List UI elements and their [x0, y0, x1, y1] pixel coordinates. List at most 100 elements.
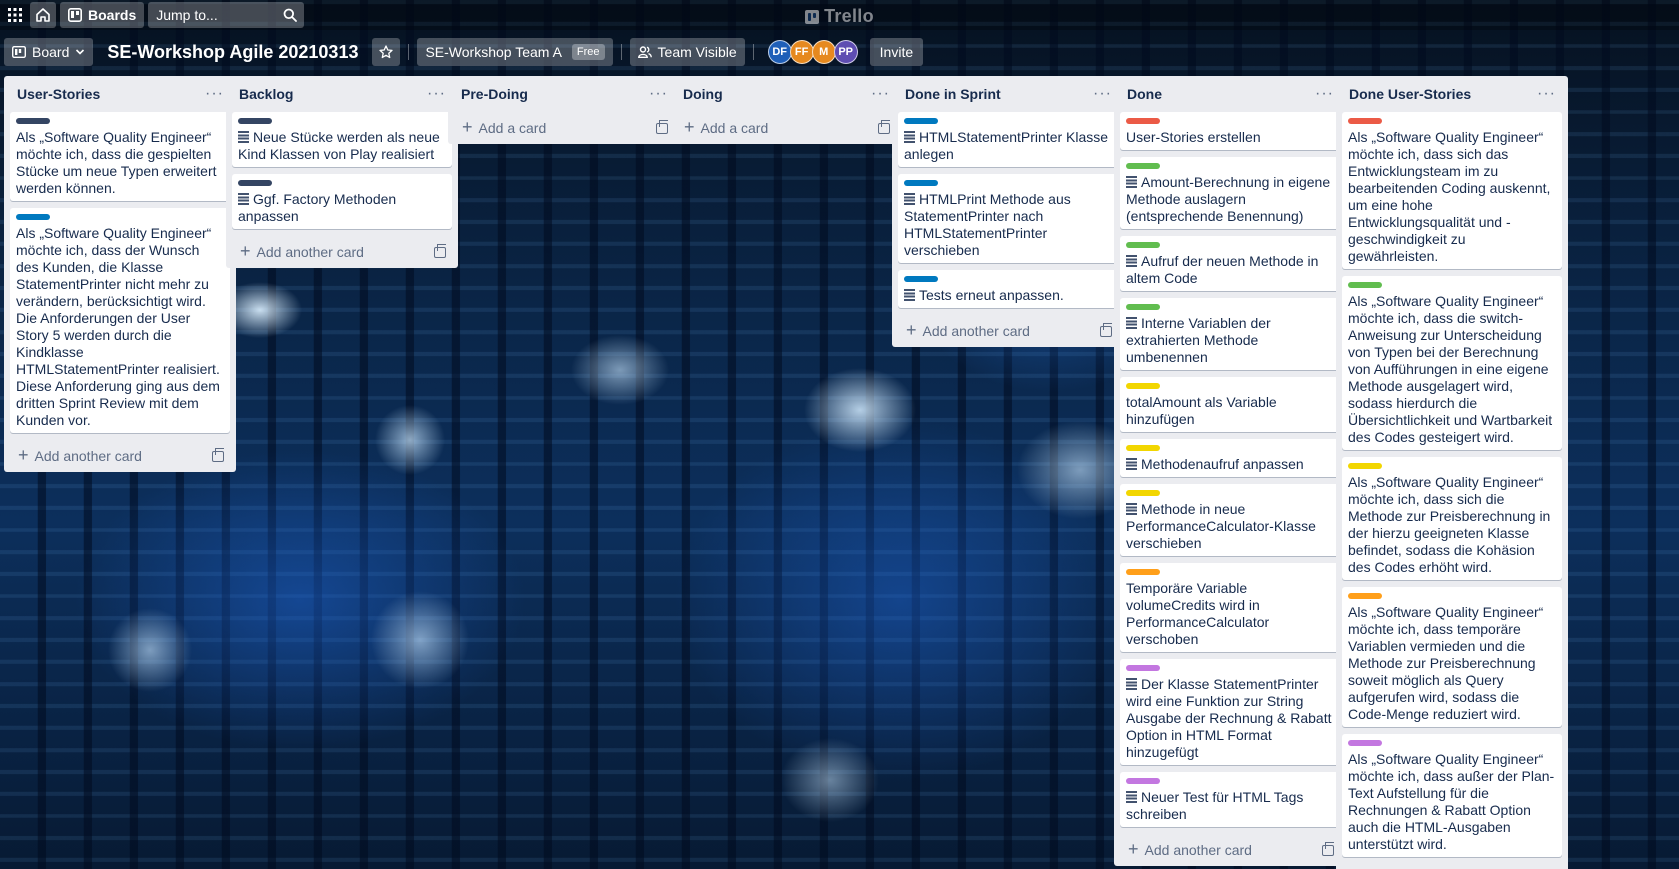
boards-button[interactable]: Boards: [60, 2, 145, 28]
card[interactable]: Ggf. Factory Methoden anpassen: [232, 174, 452, 229]
card-template-icon[interactable]: [434, 243, 446, 258]
list-done[interactable]: Done ··· User-Stories erstellen Amount-Bere…: [1114, 76, 1346, 866]
add-card-button[interactable]: +Add another card: [10, 440, 230, 472]
add-card-button[interactable]: +Add another card: [1120, 834, 1340, 866]
list-backlog[interactable]: Backlog ··· Neue Stücke werden als neue Ki…: [226, 76, 458, 268]
home-button[interactable]: [30, 2, 56, 28]
card[interactable]: HTMLPrint Methode aus StatementPrinter n…: [898, 174, 1118, 263]
card-text: Als „Software Quality Engineer“ möchte i…: [1348, 474, 1556, 576]
more-options-icon[interactable]: ···: [205, 86, 224, 102]
divider: [620, 44, 622, 60]
add-card-text: Add another card: [34, 448, 142, 464]
description-icon: [904, 289, 915, 301]
card[interactable]: Interne Variablen der extrahierten Metho…: [1120, 298, 1340, 370]
card[interactable]: Methodenaufruf anpassen: [1120, 439, 1340, 477]
list-title[interactable]: User-Stories: [17, 86, 100, 102]
card[interactable]: Methode in neue PerformanceCalculator-Kl…: [1120, 484, 1340, 556]
card[interactable]: Als „Software Quality Engineer“ möchte i…: [1342, 112, 1562, 269]
list-title[interactable]: Backlog: [239, 86, 293, 102]
card[interactable]: Aufruf der neuen Methode in altem Code: [1120, 236, 1340, 291]
jump-search-input[interactable]: Jump to...: [148, 2, 305, 28]
trello-logo[interactable]: Trello: [795, 6, 885, 27]
list-pre-doing[interactable]: Pre-Doing ··· + Add a card: [448, 76, 680, 144]
list-title[interactable]: Done in Sprint: [905, 86, 1001, 102]
more-options-icon[interactable]: ···: [1315, 86, 1334, 102]
list-title[interactable]: Doing: [683, 86, 723, 102]
list-header[interactable]: Doing ···: [676, 76, 896, 112]
board-header: Board SE-Workshop Agile 20210313 SE-Work…: [4, 38, 924, 66]
card[interactable]: Neuer Test für HTML Tags schreiben: [1120, 772, 1340, 827]
list-user-stories[interactable]: User-Stories ··· Als „Software Quality Eng…: [4, 76, 236, 472]
card-text: Methode in neue PerformanceCalculator-Kl…: [1126, 501, 1334, 552]
card-template-icon[interactable]: [878, 119, 890, 134]
add-card-label: + Add another card: [18, 446, 142, 464]
more-options-icon[interactable]: ···: [1093, 86, 1112, 102]
card-label: [1348, 740, 1382, 746]
add-card-label: + Add a card: [684, 118, 769, 136]
apps-grid-icon[interactable]: [4, 2, 26, 28]
list-doing[interactable]: Doing ··· + Add a card: [670, 76, 902, 144]
card-template-icon[interactable]: [212, 447, 224, 462]
avatar[interactable]: M: [811, 40, 836, 64]
card-template-icon[interactable]: [1322, 841, 1334, 856]
card-text: Als „Software Quality Engineer“ möchte i…: [1348, 604, 1556, 723]
more-options-icon[interactable]: ···: [1537, 86, 1556, 102]
card[interactable]: Als „Software Quality Engineer“ möchte i…: [1342, 587, 1562, 727]
description-icon: [1126, 255, 1137, 267]
card-text: User-Stories erstellen: [1126, 129, 1334, 146]
card[interactable]: Amount-Berechnung in eigene Methode ausl…: [1120, 157, 1340, 229]
invite-button[interactable]: Invite: [869, 38, 924, 66]
card-template-icon[interactable]: [1100, 322, 1112, 337]
card[interactable]: Der Klasse StatementPrinter wird eine Fu…: [1120, 659, 1340, 765]
list-header[interactable]: Backlog ···: [232, 76, 452, 112]
card[interactable]: Neue Stücke werden als neue Kind Klassen…: [232, 112, 452, 167]
star-board-button[interactable]: [372, 38, 401, 66]
avatar[interactable]: FF: [789, 40, 814, 64]
card[interactable]: Als „Software Quality Engineer“ möchte i…: [10, 208, 230, 433]
card[interactable]: Als „Software Quality Engineer“ möchte i…: [10, 112, 230, 201]
card[interactable]: HTMLStatementPrinter Klasse anlegen: [898, 112, 1118, 167]
list-done-in-sprint[interactable]: Done in Sprint ··· HTMLStatementPrinter Kl…: [892, 76, 1124, 347]
list-header[interactable]: Pre-Doing ···: [454, 76, 674, 112]
avatar[interactable]: PP: [833, 40, 858, 64]
list-done-user-stories[interactable]: Done User-Stories ··· Als „Software Qualit…: [1336, 76, 1568, 869]
card-text: Aufruf der neuen Methode in altem Code: [1126, 253, 1334, 287]
team-button[interactable]: SE-Workshop Team A Free: [417, 38, 613, 66]
card-label: [1126, 569, 1160, 575]
card-label: [16, 214, 50, 220]
add-card-button[interactable]: +Add another card: [1342, 864, 1562, 869]
board-view-switcher[interactable]: Board: [4, 38, 94, 66]
more-options-icon[interactable]: ···: [871, 86, 890, 102]
more-options-icon[interactable]: ···: [427, 86, 446, 102]
list-title[interactable]: Done: [1127, 86, 1162, 102]
card[interactable]: Als „Software Quality Engineer“ möchte i…: [1342, 734, 1562, 857]
list-header[interactable]: Done ···: [1120, 76, 1340, 112]
card[interactable]: Als „Software Quality Engineer“ möchte i…: [1342, 457, 1562, 580]
visibility-button[interactable]: Team Visible: [629, 38, 745, 66]
card[interactable]: User-Stories erstellen: [1120, 112, 1340, 150]
add-card-button[interactable]: + Add a card: [676, 112, 896, 144]
list-title[interactable]: Done User-Stories: [1349, 86, 1471, 102]
card-label: [1126, 665, 1160, 671]
list-header[interactable]: Done User-Stories ···: [1342, 76, 1562, 112]
add-card-text: Add a card: [700, 120, 769, 136]
add-card-button[interactable]: +Add another card: [232, 236, 452, 268]
add-card-label: + Add another card: [1128, 840, 1252, 858]
card[interactable]: Tests erneut anpassen.: [898, 270, 1118, 308]
list-header[interactable]: User-Stories ···: [10, 76, 230, 112]
more-options-icon[interactable]: ···: [649, 86, 668, 102]
list-title[interactable]: Pre-Doing: [461, 86, 528, 102]
add-card-button[interactable]: + Add a card: [454, 112, 674, 144]
card[interactable]: totalAmount als Variable hinzufügen: [1120, 377, 1340, 432]
board-title[interactable]: SE-Workshop Agile 20210313: [97, 38, 368, 66]
card-template-icon[interactable]: [656, 119, 668, 134]
add-card-button[interactable]: +Add another card: [898, 315, 1118, 347]
card[interactable]: Temporäre Variable volumeCredits wird in…: [1120, 563, 1340, 652]
card-label: [1126, 163, 1160, 169]
add-card-label: + Add another card: [906, 321, 1030, 339]
avatar[interactable]: DF: [767, 40, 792, 64]
card[interactable]: Als „Software Quality Engineer“ möchte i…: [1342, 276, 1562, 450]
description-icon: [238, 131, 249, 143]
team-name: SE-Workshop Team A: [425, 44, 562, 60]
list-header[interactable]: Done in Sprint ···: [898, 76, 1118, 112]
